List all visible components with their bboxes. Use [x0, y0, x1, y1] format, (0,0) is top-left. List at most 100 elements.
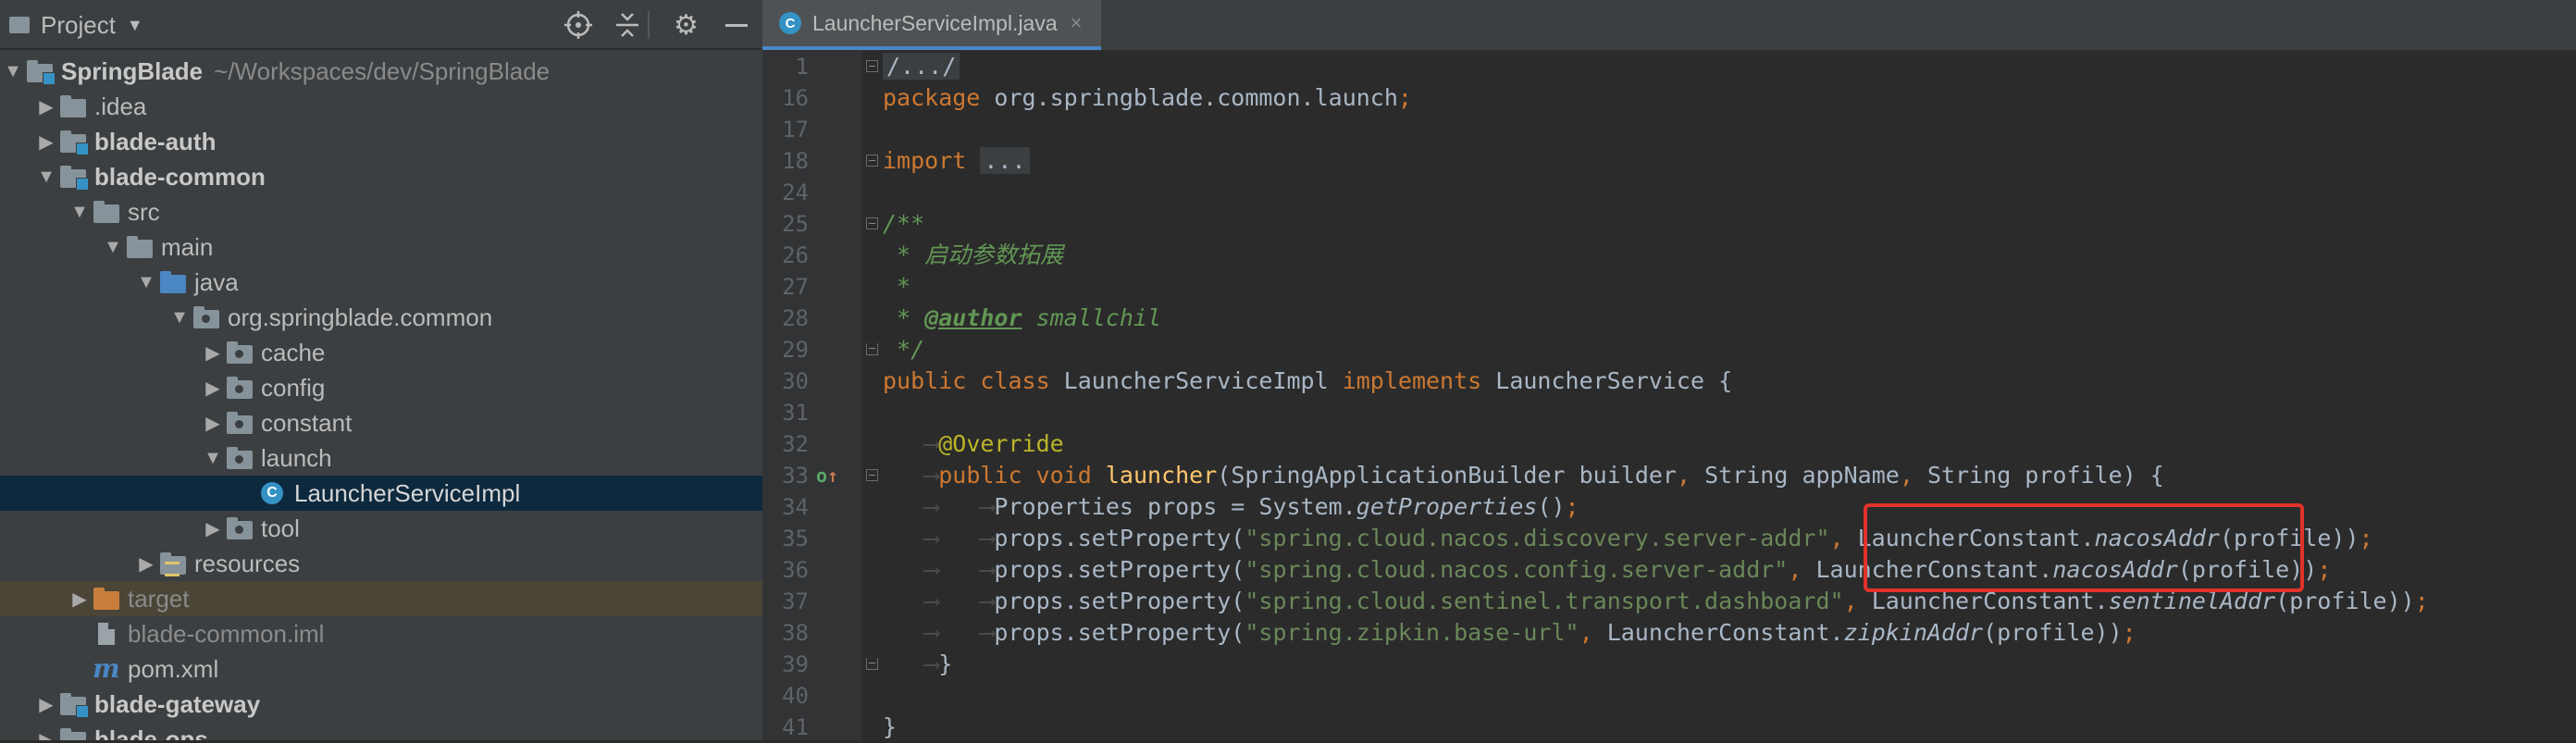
collapse-all-icon[interactable] [614, 0, 640, 50]
tree-item-cache[interactable]: ▶ cache [0, 335, 762, 370]
tab-launcherserviceimpl[interactable]: C LauncherServiceImpl.java × [762, 0, 1101, 50]
tree-item-main[interactable]: ▼ main [0, 229, 762, 265]
code-line[interactable]: 25 /** [762, 208, 2576, 240]
chevron-right-icon[interactable]: ▶ [33, 130, 59, 154]
gear-icon[interactable]: ⚙ [674, 0, 699, 50]
editor-tab-bar: C LauncherServiceImpl.java × [762, 0, 2576, 51]
chevron-down-icon[interactable]: ▼ [200, 448, 226, 469]
close-icon[interactable]: × [1071, 11, 1083, 35]
project-view-selector[interactable]: Project ▼ [9, 0, 143, 50]
package-icon [192, 305, 220, 329]
code-line[interactable]: 40 [762, 680, 2576, 712]
tree-item-blade-gateway[interactable]: ▶ blade-gateway [0, 687, 762, 722]
tree-item-label: tool [261, 514, 300, 542]
chevron-right-icon[interactable]: ▶ [33, 728, 59, 741]
code-line[interactable]: 24 [762, 177, 2576, 208]
java-class-icon: C [259, 481, 287, 505]
implements-method-icon[interactable]: o↑ [816, 460, 838, 491]
tree-item-label: config [261, 373, 326, 402]
line-number: 38 [782, 620, 809, 646]
tree-item-org-springblade-common[interactable]: ▼ org.springblade.common [0, 300, 762, 335]
tree-item-tool[interactable]: ▶ tool [0, 511, 762, 546]
line-number: 28 [782, 305, 809, 331]
tree-item-launcherserviceimpl[interactable]: ▶CLauncherServiceImpl [0, 476, 762, 511]
fold-toggle-icon[interactable] [866, 60, 878, 72]
code-line[interactable]: 33 o↑ ⟶public void launcher(SpringApplica… [762, 460, 2576, 491]
chevron-right-icon[interactable]: ▶ [67, 588, 93, 611]
tree-item-label: LauncherServiceImpl [294, 478, 521, 507]
chevron-down-icon[interactable]: ▼ [33, 167, 59, 188]
chevron-down-icon[interactable]: ▼ [67, 202, 93, 223]
line-number: 34 [782, 494, 809, 520]
package-icon [226, 376, 254, 400]
project-icon [9, 17, 30, 33]
code-line[interactable]: 41} [762, 712, 2576, 743]
code-line[interactable]: 38 ⟶ ⟶props.setProperty("spring.zipkin.b… [762, 617, 2576, 649]
line-number: 29 [782, 337, 809, 363]
code-line[interactable]: 27 * [762, 271, 2576, 303]
code-line[interactable]: 28 * @author smallchil [762, 303, 2576, 334]
code-line[interactable]: 18 import ... [762, 145, 2576, 177]
tree-item--idea[interactable]: ▶ .idea [0, 89, 762, 124]
java-class-icon: C [779, 12, 801, 34]
target-icon[interactable] [564, 0, 592, 50]
tree-item-constant[interactable]: ▶ constant [0, 405, 762, 440]
fold-toggle-icon[interactable] [866, 658, 878, 670]
project-panel: Project ▼ ⚙ ▼ SpringBlade ~/Workspaces/dev… [0, 0, 762, 740]
chevron-right-icon[interactable]: ▶ [33, 693, 59, 716]
tree-item-launch[interactable]: ▼ launch [0, 440, 762, 476]
tree-item-blade-ops[interactable]: ▶ blade-ops [0, 722, 762, 740]
chevron-right-icon[interactable]: ▶ [200, 377, 226, 400]
chevron-right-icon[interactable]: ▶ [200, 517, 226, 540]
code-text: package org.springblade.common.launch; [883, 84, 1412, 111]
chevron-right-icon[interactable]: ▶ [200, 341, 226, 365]
code-line[interactable]: 26 * 启动参数拓展 [762, 240, 2576, 271]
chevron-down-icon[interactable]: ▼ [0, 61, 26, 82]
line-number: 35 [782, 526, 809, 551]
code-line[interactable]: 1 /.../ [762, 51, 2576, 82]
chevron-down-icon[interactable]: ▼ [133, 272, 159, 293]
code-line[interactable]: 17 [762, 114, 2576, 145]
code-text: /** [883, 210, 925, 237]
line-number: 16 [782, 85, 809, 111]
chevron-down-icon: ▼ [126, 15, 143, 34]
code-line[interactable]: 36 ⟶ ⟶props.setProperty("spring.cloud.na… [762, 554, 2576, 586]
chevron-right-icon[interactable]: ▶ [33, 95, 59, 118]
code-line[interactable]: 35 ⟶ ⟶props.setProperty("spring.cloud.na… [762, 523, 2576, 554]
fold-toggle-icon[interactable] [866, 469, 878, 481]
package-icon [226, 411, 254, 435]
fold-toggle-icon[interactable] [866, 155, 878, 167]
code-line[interactable]: 30 public class LauncherServiceImpl imple… [762, 365, 2576, 397]
tree-item-pom-xml[interactable]: ▶mpom.xml [0, 651, 762, 687]
tree-item-springblade[interactable]: ▼ SpringBlade ~/Workspaces/dev/SpringBlade [0, 54, 762, 89]
tree-item-resources[interactable]: ▶ resources [0, 546, 762, 581]
tab-label: LauncherServiceImpl.java [812, 10, 1058, 35]
code-line[interactable]: 29 */ [762, 334, 2576, 365]
tree-item-config[interactable]: ▶ config [0, 370, 762, 405]
chevron-right-icon[interactable]: ▶ [200, 412, 226, 435]
code-line[interactable]: 37 ⟶ ⟶props.setProperty("spring.cloud.se… [762, 586, 2576, 617]
fold-toggle-icon[interactable] [866, 343, 878, 355]
chevron-down-icon[interactable]: ▼ [100, 237, 126, 258]
tree-item-target[interactable]: ▶ target [0, 581, 762, 616]
chevron-down-icon[interactable]: ▼ [167, 307, 192, 328]
tree-item-src[interactable]: ▼ src [0, 194, 762, 229]
tree-item-blade-common-iml[interactable]: ▶blade-common.iml [0, 616, 762, 651]
chevron-right-icon[interactable]: ▶ [133, 552, 159, 576]
tree-item-java[interactable]: ▼ java [0, 265, 762, 300]
module-folder-icon [59, 692, 89, 718]
code-line[interactable]: 34 ⟶ ⟶Properties props = System.getPrope… [762, 491, 2576, 523]
code-area[interactable]: 1 /.../ 16 package org.springblade.common.l… [762, 51, 2576, 743]
tree-item-label: .idea [94, 92, 147, 120]
line-number: 32 [782, 431, 809, 457]
tree-item-label: resources [194, 549, 301, 577]
tree-item-blade-common[interactable]: ▼ blade-common [0, 159, 762, 194]
tree-item-blade-auth[interactable]: ▶ blade-auth [0, 124, 762, 159]
fold-toggle-icon[interactable] [866, 217, 878, 229]
minimize-icon[interactable] [725, 0, 748, 50]
code-line[interactable]: 39 ⟶} [762, 649, 2576, 680]
code-line[interactable]: 32 ⟶@Override [762, 428, 2576, 460]
code-line[interactable]: 16 package org.springblade.common.launch; [762, 82, 2576, 114]
code-line[interactable]: 31 [762, 397, 2576, 428]
folder-icon [59, 94, 87, 118]
